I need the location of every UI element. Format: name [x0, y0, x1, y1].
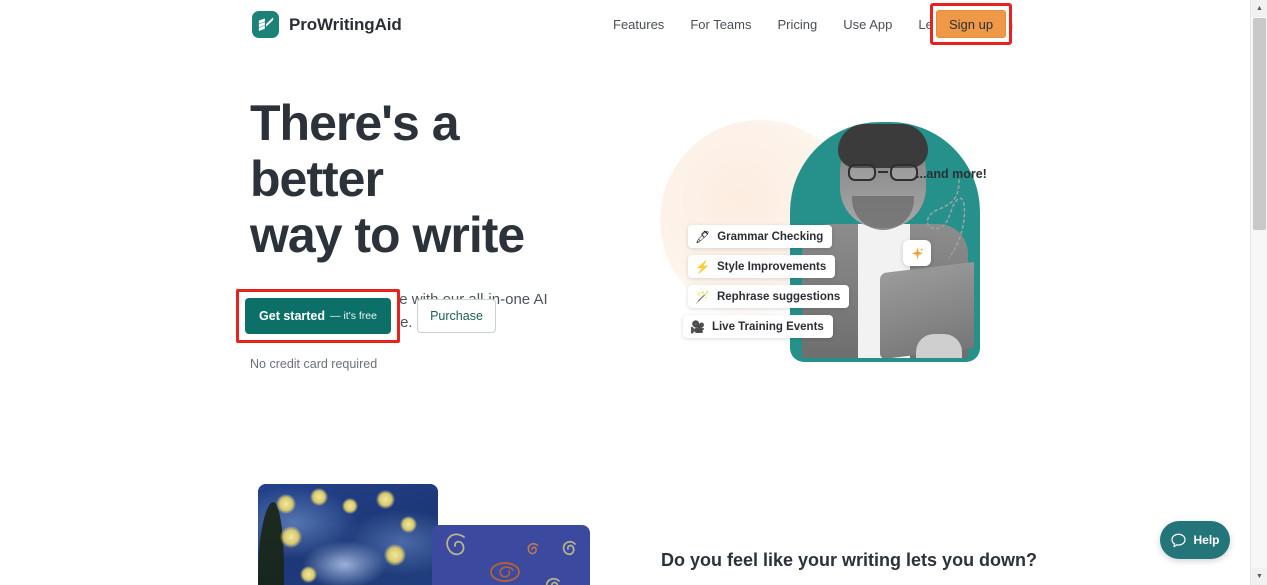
hero-title-line-2: way to write [250, 207, 525, 263]
dotted-curved-arrow-icon [926, 179, 966, 258]
feature-pill-label: Grammar Checking [717, 230, 824, 243]
page-scrollbar[interactable]: ▲ ▼ [1250, 0, 1267, 585]
feature-pill-label: Rephrase suggestions [716, 290, 841, 303]
blue-doodle-card [432, 525, 590, 585]
hero-title-line-1: There's a better [250, 95, 460, 207]
feature-pill-rephrase-suggestions: 🪄 Rephrase suggestions [688, 285, 850, 308]
no-credit-card-note: No credit card required [250, 357, 378, 371]
spiral-doodle-icon [527, 542, 539, 555]
person-hair [838, 124, 928, 168]
scroll-up-arrow-icon[interactable]: ▲ [1251, 0, 1267, 17]
magic-wand-icon: 🪄 [695, 289, 710, 304]
signup-highlight-box: Sign up [930, 3, 1012, 45]
feature-pill-live-training-events: 🎥 Live Training Events [683, 315, 833, 338]
star [400, 516, 417, 533]
star [276, 494, 296, 514]
star [310, 488, 328, 506]
star [376, 490, 395, 509]
signup-button[interactable]: Sign up [936, 10, 1006, 38]
feature-pill-style-improvements: ⚡ Style Improvements [688, 255, 836, 278]
star [300, 566, 317, 583]
spiral-doodle-icon [446, 533, 465, 556]
spiral-doodle-icon [490, 562, 520, 582]
brand-logo-link[interactable]: ProWritingAid [252, 11, 402, 38]
nav-item-pricing[interactable]: Pricing [764, 0, 830, 49]
help-widget-label: Help [1193, 533, 1220, 547]
nav-item-use-app[interactable]: Use App [830, 0, 905, 49]
section-heading: Do you feel like your writing lets you d… [661, 550, 1038, 570]
feature-pill-grammar-checking: 🖋 Grammar Checking [688, 225, 833, 248]
star [280, 526, 302, 548]
pen-icon: 🖋 [695, 229, 711, 244]
page-title: There's a better way to write [250, 95, 590, 263]
feature-pill-label: Style Improvements [716, 260, 827, 273]
scrollbar-thumb[interactable] [1253, 18, 1266, 230]
video-camera-icon: 🎥 [690, 319, 705, 334]
star [384, 544, 406, 566]
spiral-doodle-icon [545, 577, 560, 585]
glasses-lens-left [848, 164, 876, 181]
get-started-label: Get started [259, 309, 326, 323]
page-root: ProWritingAid Features For Teams Pricing… [0, 0, 1267, 585]
feature-pill-label: Live Training Events [711, 320, 824, 333]
starry-night-card [258, 484, 438, 585]
get-started-button[interactable]: Get started — it's free [245, 298, 391, 334]
get-started-highlight-box: Get started — it's free [236, 289, 400, 343]
brand-name: ProWritingAid [289, 14, 402, 34]
site-header: ProWritingAid Features For Teams Pricing… [0, 0, 1250, 49]
open-book-check-icon [252, 11, 279, 38]
star [342, 498, 358, 514]
purchase-button[interactable]: Purchase [417, 299, 496, 333]
nav-item-features[interactable]: Features [600, 0, 677, 49]
glasses-lens-right [890, 164, 918, 181]
person-glasses [846, 164, 920, 181]
nav-item-for-teams[interactable]: For Teams [677, 0, 764, 49]
glasses-bridge [878, 171, 888, 173]
get-started-sublabel: — it's free [330, 310, 377, 322]
hero-cta-row: Get started — it's free Purchase [236, 289, 496, 343]
person-hand [916, 334, 962, 358]
spiral-doodle-icon [562, 540, 576, 556]
scroll-down-arrow-icon[interactable]: ▼ [1251, 568, 1267, 585]
chat-bubble-icon [1171, 533, 1187, 547]
hero-illustration: 🖋 Grammar Checking ⚡ Style Improvements … [640, 100, 1020, 370]
lightning-icon: ⚡ [695, 259, 710, 274]
help-widget-button[interactable]: Help [1160, 521, 1230, 559]
